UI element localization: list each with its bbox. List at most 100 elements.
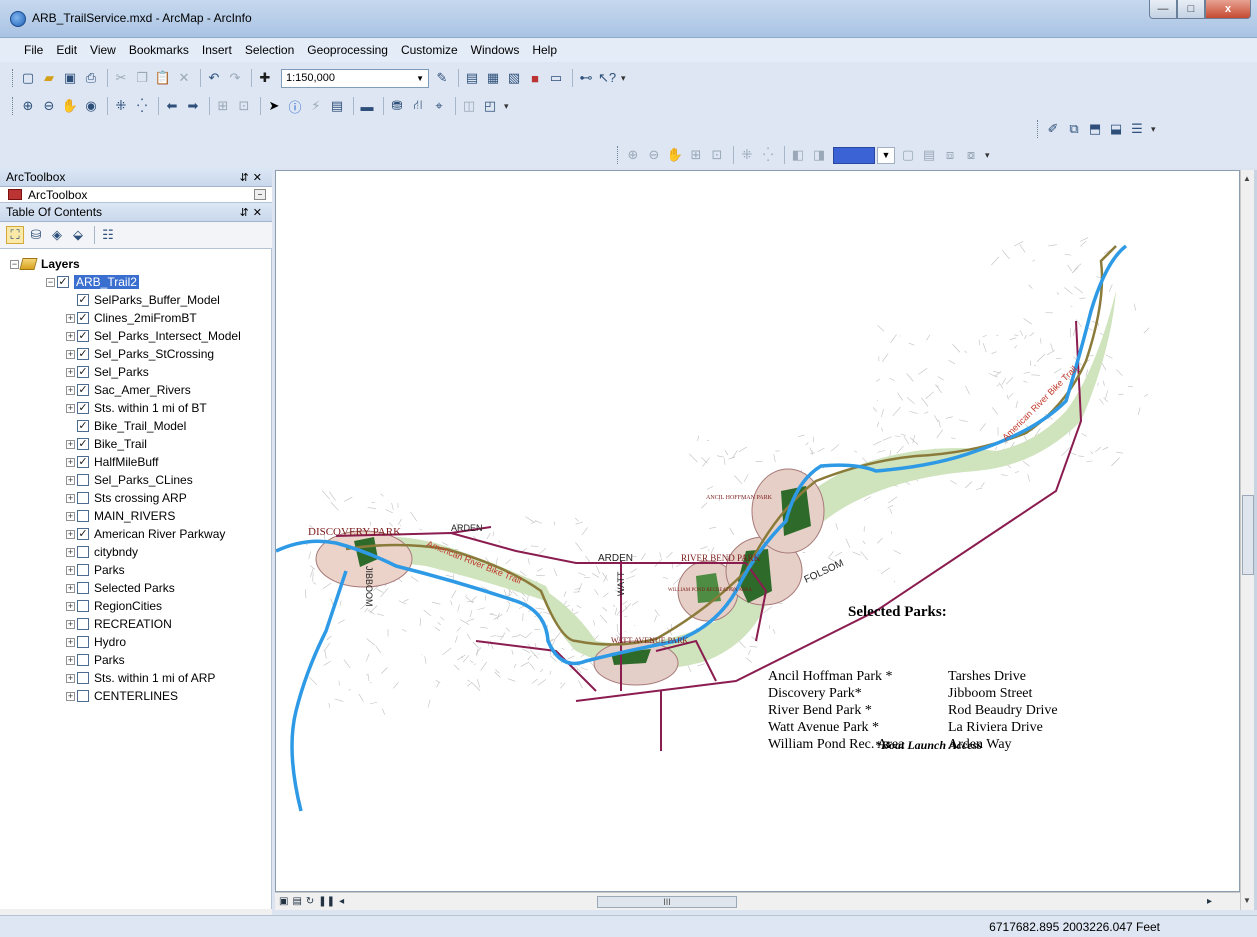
scroll-up-icon[interactable]: ▲	[1243, 174, 1251, 183]
layer-checkbox[interactable]: ✓	[77, 528, 89, 540]
layer-checkbox[interactable]: ✓	[77, 420, 89, 432]
table-of-contents-icon[interactable]: ▤	[463, 69, 481, 87]
fixed-zoom-out-layout-icon[interactable]: ⁛	[759, 146, 777, 164]
expand-toggle-icon[interactable]: +	[66, 349, 75, 359]
layer-checkbox[interactable]	[77, 690, 89, 702]
menu-geoprocessing[interactable]: Geoprocessing	[307, 43, 388, 57]
layer-checkbox[interactable]: ✓	[77, 402, 89, 414]
add-data-icon[interactable]: ✚	[256, 69, 274, 87]
menu-insert[interactable]: Insert	[202, 43, 232, 57]
menu-selection[interactable]: Selection	[245, 43, 294, 57]
toggle-draft-icon[interactable]: ▢	[899, 146, 917, 164]
toc-layer-item[interactable]: + Sel_Parks_CLines	[0, 471, 271, 489]
map-canvas[interactable]: DISCOVERY PARK ARDEN ARDEN JIBBOOM WATT …	[276, 171, 1240, 892]
menu-customize[interactable]: Customize	[401, 43, 458, 57]
toc-root-layers[interactable]: − Layers	[0, 255, 271, 273]
edit-vertices-icon[interactable]: ✐	[1044, 120, 1062, 138]
identify-icon[interactable]: ⓘ	[286, 97, 304, 115]
toc-layer-item[interactable]: + ✓ HalfMileBuff	[0, 453, 271, 471]
layout-zoom-percent-box[interactable]	[833, 146, 875, 164]
data-driven-pages-icon[interactable]: ⧇	[962, 146, 980, 164]
python-window-icon[interactable]: ▭	[547, 69, 565, 87]
toc-layer-item[interactable]: + CENTERLINES	[0, 687, 271, 705]
undo-icon[interactable]: ↶	[205, 69, 223, 87]
layer-checkbox[interactable]: ✓	[77, 366, 89, 378]
layout-zoom-in-icon[interactable]: ⊕	[624, 146, 642, 164]
toolbar-overflow-icon[interactable]: ▾	[504, 101, 509, 112]
catalog-window-icon[interactable]: ▦	[484, 69, 502, 87]
layer-checkbox[interactable]	[77, 654, 89, 666]
layer-checkbox[interactable]	[77, 582, 89, 594]
refresh-icon[interactable]: ↻	[306, 896, 314, 907]
horizontal-scroll-thumb[interactable]: III	[597, 896, 737, 908]
next-extent-layout-icon[interactable]: ◨	[810, 146, 828, 164]
minimize-button[interactable]: —	[1149, 0, 1177, 19]
list-by-visibility-icon[interactable]: ◈	[48, 226, 66, 244]
forward-arrow-icon[interactable]: ➡	[184, 97, 202, 115]
collapse-toggle-icon[interactable]: −	[46, 277, 55, 287]
redo-icon[interactable]: ↷	[226, 69, 244, 87]
expand-toggle-icon[interactable]: +	[66, 619, 75, 629]
toc-layer-item[interactable]: + ✓ Sac_Amer_Rivers	[0, 381, 271, 399]
layer-checkbox[interactable]: ✓	[77, 294, 89, 306]
hyperlink-icon[interactable]: ⚡	[307, 97, 325, 115]
expand-toggle-icon[interactable]: +	[66, 403, 75, 413]
toc-layer-item[interactable]: + Hydro	[0, 633, 271, 651]
html-popup-icon[interactable]: ▤	[328, 97, 346, 115]
arctoolbox-item[interactable]: ArcToolbox −	[0, 187, 272, 203]
delete-icon[interactable]: ✕	[175, 69, 193, 87]
expand-toggle-icon[interactable]: +	[66, 385, 75, 395]
menu-bookmarks[interactable]: Bookmarks	[129, 43, 189, 57]
collapse-icon[interactable]: −	[254, 189, 266, 200]
fixed-zoom-out-icon[interactable]: ⁛	[133, 97, 151, 115]
full-extent-globe-icon[interactable]: ◉	[82, 97, 100, 115]
list-icon[interactable]: ☰	[1128, 120, 1146, 138]
expand-toggle-icon[interactable]: +	[66, 655, 75, 665]
close-button[interactable]: x	[1205, 0, 1251, 19]
expand-toggle-icon[interactable]: +	[66, 565, 75, 575]
toc-layer-item[interactable]: + citybndy	[0, 543, 271, 561]
layout-view-icon[interactable]: ▤	[292, 896, 301, 907]
arctoolbox-icon[interactable]: ■	[526, 69, 544, 87]
pan-hand-icon[interactable]: ✋	[61, 97, 79, 115]
new-document-icon[interactable]: ▢	[19, 69, 37, 87]
expand-toggle-icon[interactable]: +	[66, 637, 75, 647]
toolbar-grip[interactable]	[12, 69, 15, 87]
fixed-zoom-in-icon[interactable]: ⁜	[112, 97, 130, 115]
expand-toggle-icon[interactable]: +	[66, 529, 75, 539]
fixed-zoom-in-layout-icon[interactable]: ⁜	[738, 146, 756, 164]
toc-layer-item[interactable]: + Sts. within 1 mi of ARP	[0, 669, 271, 687]
search-window-icon[interactable]: ▧	[505, 69, 523, 87]
toc-layer-item[interactable]: + Parks	[0, 651, 271, 669]
pin-icon[interactable]: ⇵	[240, 207, 253, 219]
expand-toggle-icon[interactable]: +	[66, 367, 75, 377]
layer-checkbox[interactable]: ✓	[57, 276, 69, 288]
close-icon[interactable]: ✕	[253, 207, 266, 219]
menu-help[interactable]: Help	[532, 43, 557, 57]
layer-checkbox[interactable]: ✓	[77, 438, 89, 450]
toc-layer-item[interactable]: + Selected Parks	[0, 579, 271, 597]
toc-layer-item[interactable]: + Parks	[0, 561, 271, 579]
expand-toggle-icon[interactable]: +	[66, 331, 75, 341]
toc-layer-item[interactable]: + ✓ Sts. within 1 mi of BT	[0, 399, 271, 417]
toc-layer-item[interactable]: + ✓ Sel_Parks	[0, 363, 271, 381]
paste-icon[interactable]: 📋	[154, 69, 172, 87]
layer-checkbox[interactable]	[77, 546, 89, 558]
zoom-out-icon[interactable]: ⊖	[40, 97, 58, 115]
modelbuilder-icon[interactable]: ⊷	[577, 69, 595, 87]
editor-toolbar-icon[interactable]: ✎	[433, 69, 451, 87]
layer-checkbox[interactable]: ✓	[77, 456, 89, 468]
layer-checkbox[interactable]	[77, 672, 89, 684]
scroll-down-icon[interactable]: ▼	[1243, 896, 1251, 905]
expand-toggle-icon[interactable]: +	[66, 475, 75, 485]
attribute-icon[interactable]: ⬓	[1107, 120, 1125, 138]
menu-edit[interactable]: Edit	[56, 43, 77, 57]
toc-layer-item[interactable]: ✓ Bike_Trail_Model	[0, 417, 271, 435]
select-elements-arrow-icon[interactable]: ➤	[265, 97, 283, 115]
expand-toggle-icon[interactable]: +	[66, 673, 75, 683]
toolbar-grip[interactable]	[617, 146, 620, 164]
layer-checkbox[interactable]: ✓	[77, 384, 89, 396]
expand-toggle-icon[interactable]: +	[66, 691, 75, 701]
scroll-right-icon[interactable]: ▸	[1207, 896, 1212, 907]
toc-layer-item[interactable]: + ✓ American River Parkway	[0, 525, 271, 543]
